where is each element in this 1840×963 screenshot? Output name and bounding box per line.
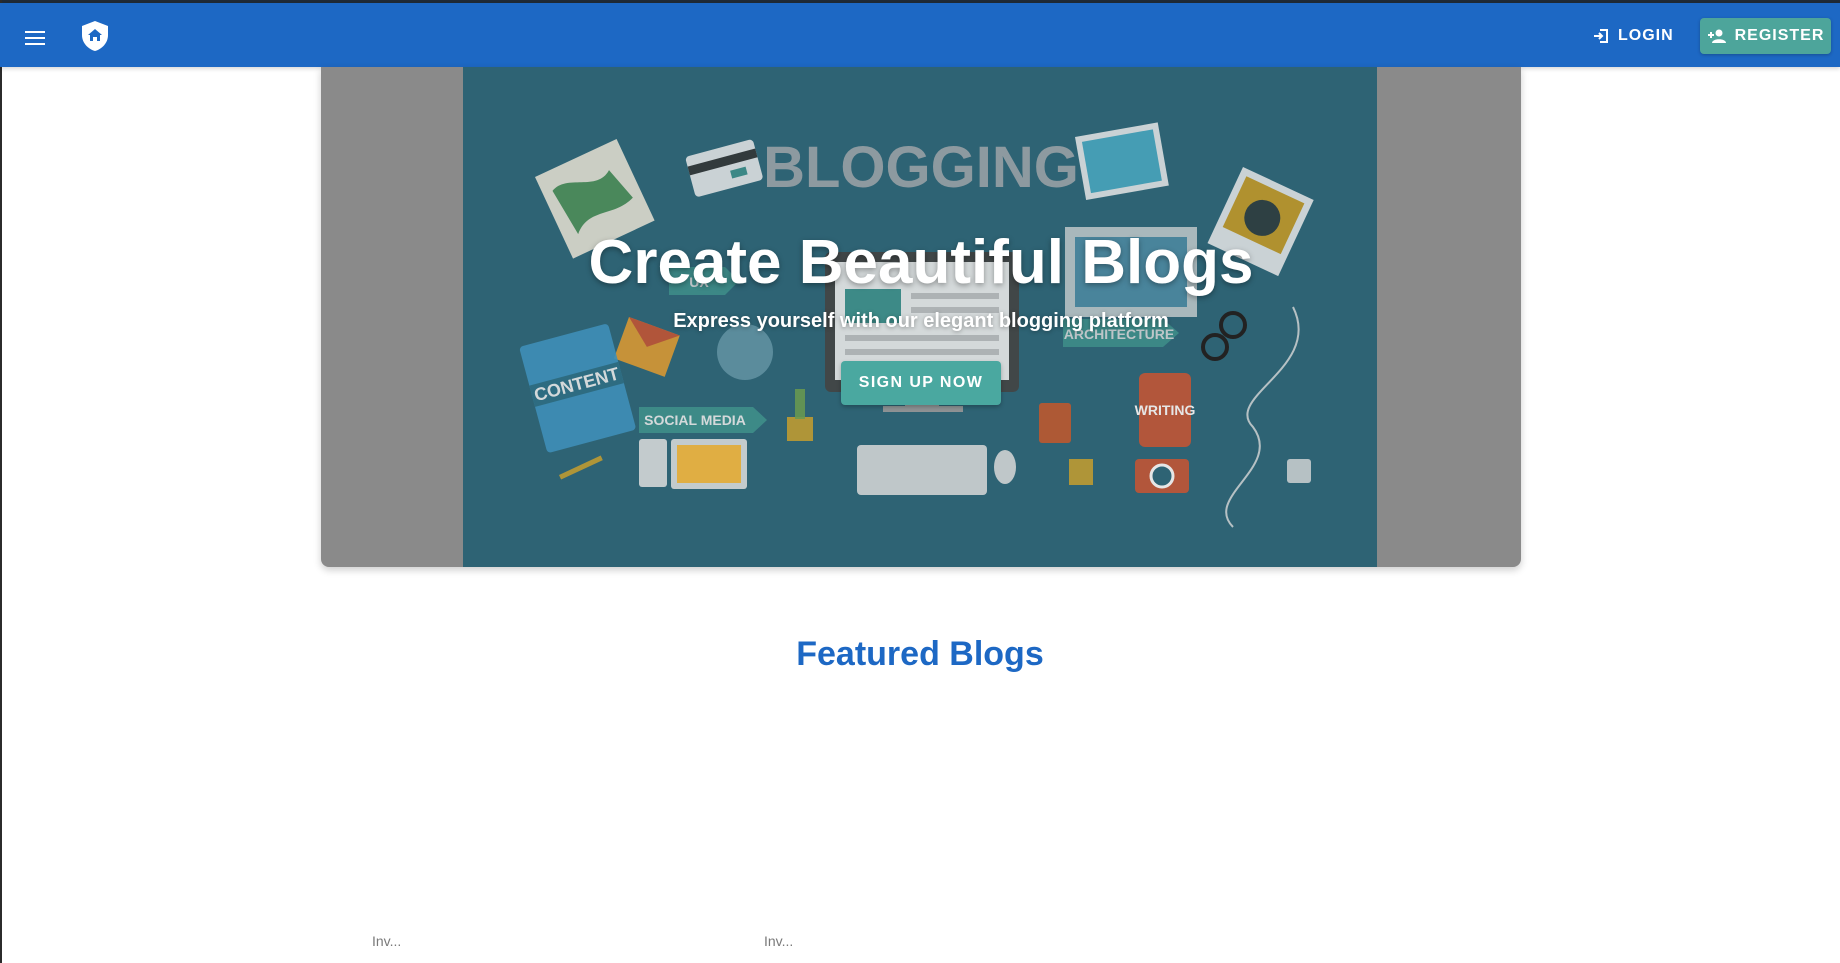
featured-card-snippet[interactable]: Inv... [764,933,793,949]
featured-card-snippet[interactable]: Inv... [372,933,401,949]
hero-title: Create Beautiful Blogs [588,228,1254,297]
register-label: REGISTER [1734,27,1825,44]
sign-up-now-button[interactable]: SIGN UP NOW [841,361,1001,405]
login-button[interactable]: LOGIN [1580,17,1686,55]
app-bar: LOGIN REGISTER [0,3,1840,67]
login-icon [1594,29,1608,43]
hero-subtitle: Express yourself with our elegant bloggi… [673,310,1169,332]
person-add-icon [1707,29,1726,43]
featured-blogs-heading: Featured Blogs [796,635,1044,673]
menu-button[interactable] [18,21,52,55]
menu-icon [25,31,45,45]
logo[interactable] [79,19,111,53]
shield-home-icon [82,21,108,51]
art-writing-text: WRITING [1135,402,1196,418]
art-social-media-text: SOCIAL MEDIA [644,412,746,428]
login-label: LOGIN [1618,27,1674,44]
hero-banner: BLOGGING ARCHITECTURE CONTENT UX SOCIAL … [321,67,1521,567]
window-left-edge [0,0,2,963]
art-blogging-text: BLOGGING [763,135,1079,200]
register-button[interactable]: REGISTER [1700,18,1831,54]
